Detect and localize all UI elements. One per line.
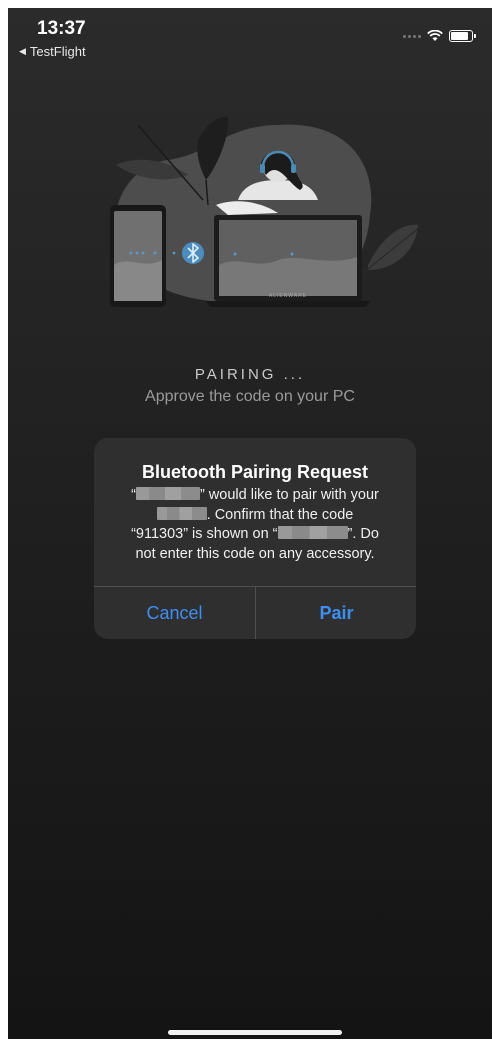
- cancel-button[interactable]: Cancel: [94, 587, 255, 639]
- pairing-screen: 13:37 ◀ TestFlight ALIENWARE PAIRING ...…: [8, 8, 492, 1039]
- message-part: ”. Do: [347, 526, 379, 542]
- battery-icon: [449, 30, 473, 42]
- alert-title: Bluetooth Pairing Request: [141, 462, 368, 482]
- status-time: 13:37: [37, 18, 86, 39]
- message-part: “911303” is shown on “: [131, 526, 278, 542]
- home-indicator[interactable]: [168, 1030, 342, 1035]
- message-part: . Confirm that the code: [206, 506, 354, 523]
- back-label: TestFlight: [29, 44, 86, 59]
- back-arrow-icon: ◀: [19, 46, 26, 56]
- redacted-device-name: [277, 526, 348, 539]
- redacted-device-name: [135, 487, 200, 500]
- phone-icon: [110, 205, 166, 307]
- message-part: not enter this code on any accessory.: [135, 545, 375, 562]
- alert-message: “” would like to pair with your . Confir…: [106, 486, 404, 564]
- laptop-icon: ALIENWARE: [206, 215, 370, 307]
- back-to-testflight-button[interactable]: ◀ TestFlight: [19, 44, 86, 59]
- signal-icon: [403, 34, 421, 38]
- bluetooth-pairing-alert: Bluetooth Pairing Request “” would like …: [94, 438, 416, 639]
- redacted-device-name: [156, 506, 207, 520]
- wifi-icon: [427, 30, 443, 41]
- pair-button[interactable]: Pair: [256, 587, 416, 639]
- pairing-instruction: Approve the code on your PC: [145, 388, 355, 405]
- pairing-illustration: ALIENWARE: [110, 116, 421, 307]
- message-part: ” would like to pair with your: [199, 487, 379, 503]
- laptop-brand: ALIENWARE: [269, 293, 307, 299]
- pairing-status-title: PAIRING ...: [194, 366, 306, 383]
- plant-leaf-right-icon: [362, 224, 421, 274]
- status-icons: [403, 30, 476, 42]
